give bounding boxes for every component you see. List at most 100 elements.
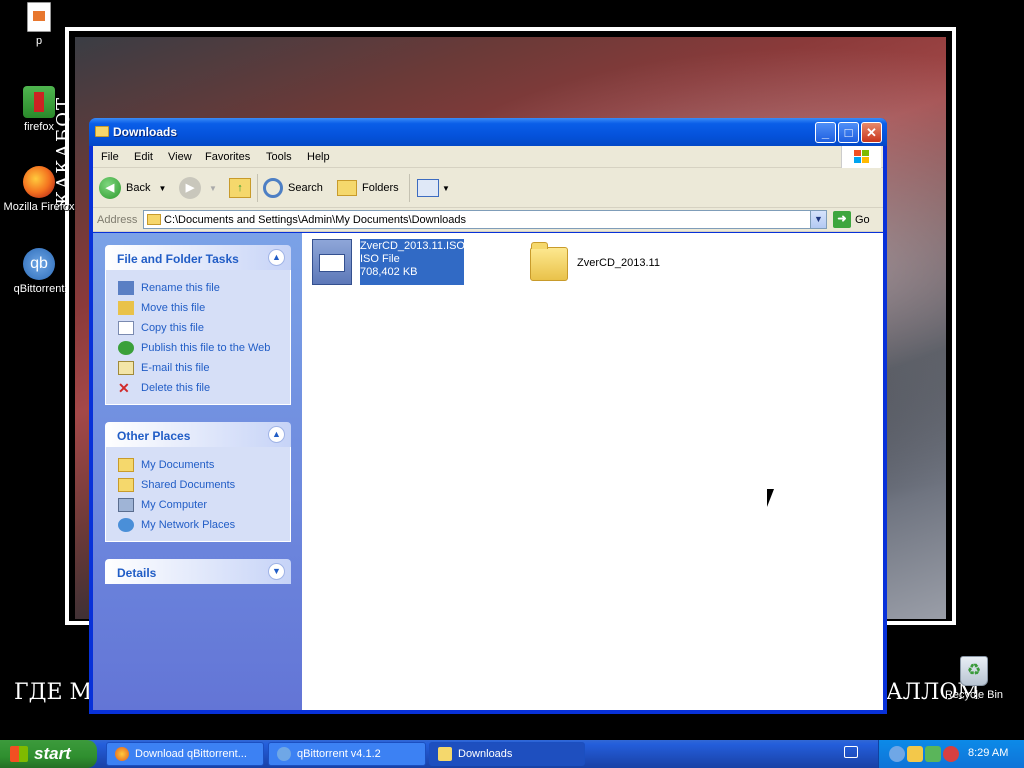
back-button[interactable]: ◀ Back ▼ [99, 174, 166, 202]
place-my-network-places[interactable]: My Network Places [118, 515, 290, 535]
panel-header[interactable]: Details ▼ [105, 559, 291, 584]
details-panel: Details ▼ [105, 559, 291, 584]
expand-chevron-icon[interactable]: ▼ [268, 563, 285, 580]
security-shield-icon[interactable] [907, 746, 923, 762]
address-input[interactable]: C:\Documents and Settings\Admin\My Docum… [143, 210, 827, 229]
menu-edit[interactable]: Edit [134, 151, 153, 163]
taskbar-button-qbittorrent[interactable]: qBittorrent v4.1.2 [268, 742, 426, 766]
forward-button[interactable]: ▶ ▼ [179, 174, 217, 202]
firefox-icon [23, 166, 55, 198]
antivirus-tray-icon[interactable] [943, 746, 959, 762]
keyboard-layout-icon[interactable] [844, 746, 858, 758]
panel-title: Details [117, 566, 157, 580]
qbittorrent-icon: qb [23, 248, 55, 280]
place-my-computer[interactable]: My Computer [118, 495, 290, 515]
folders-icon [337, 180, 357, 196]
menu-view[interactable]: View [168, 151, 192, 163]
file-type: ISO File [360, 253, 400, 265]
desktop-icon-qbittorrent[interactable]: qb qBittorrent [1, 248, 77, 295]
minimize-button[interactable]: _ [815, 122, 836, 143]
task-email-file[interactable]: E-mail this file [118, 358, 290, 378]
folder-item[interactable]: ZverCD_2013.11 [530, 241, 660, 281]
iso-file-icon [312, 239, 352, 285]
windows-flag-icon [10, 746, 28, 762]
address-dropdown-icon[interactable]: ▼ [810, 211, 826, 228]
address-bar: Address C:\Documents and Settings\Admin\… [93, 208, 883, 232]
toolbar: ◀ Back ▼ ▶ ▼ ↑ Search Folders ▼ [93, 168, 883, 208]
task-pane: File and Folder Tasks ▲ Rename this file… [93, 233, 302, 710]
back-arrow-icon: ◀ [99, 177, 121, 199]
forward-arrow-icon: ▶ [179, 177, 201, 199]
task-delete-file[interactable]: ✕ Delete this file [118, 378, 290, 398]
place-shared-documents[interactable]: Shared Documents [118, 475, 290, 495]
start-button[interactable]: start [0, 740, 97, 768]
explorer-window: Downloads _ □ ✕ File Edit View Favorites… [89, 118, 887, 714]
collapse-chevron-icon[interactable]: ▲ [268, 249, 285, 266]
my-computer-icon [118, 498, 134, 512]
go-button[interactable]: ➜ Go [833, 211, 870, 228]
task-rename-file[interactable]: Rename this file [118, 278, 290, 298]
taskbar-button-downloads[interactable]: Downloads [429, 742, 585, 766]
views-button[interactable]: ▼ [417, 174, 450, 202]
my-documents-icon [118, 458, 134, 472]
other-places-panel: Other Places ▲ My Documents Shared Docum… [105, 422, 291, 542]
desktop-icon-mozilla-firefox[interactable]: Mozilla Firefox [1, 166, 77, 213]
window-title: Downloads [113, 125, 178, 139]
rename-icon [118, 281, 134, 295]
qbittorrent-tray-icon[interactable] [889, 746, 905, 762]
search-button[interactable]: Search [263, 174, 323, 202]
document-icon [27, 2, 51, 32]
file-size: 708,402 KB [360, 266, 418, 278]
desktop-icon-recycle-bin[interactable]: ♻ Recycle Bin [936, 656, 1012, 701]
panel-header[interactable]: File and Folder Tasks ▲ [105, 245, 291, 270]
address-label: Address [97, 214, 138, 226]
collapse-chevron-icon[interactable]: ▲ [268, 426, 285, 443]
go-arrow-icon: ➜ [833, 211, 851, 228]
menu-bar: File Edit View Favorites Tools Help [93, 146, 883, 168]
address-value: C:\Documents and Settings\Admin\My Docum… [164, 214, 467, 226]
taskbar-button-download-qbittorrent[interactable]: Download qBittorrent... [106, 742, 264, 766]
title-bar[interactable]: Downloads _ □ ✕ [89, 118, 887, 146]
task-publish-file[interactable]: Publish this file to the Web [118, 338, 290, 358]
place-my-documents[interactable]: My Documents [118, 455, 290, 475]
file-item-iso[interactable]: ZverCD_2013.11.ISO ISO File 708,402 KB [312, 239, 465, 285]
network-tray-icon[interactable] [925, 746, 941, 762]
firefox-icon [115, 747, 129, 761]
taskbar: start Download qBittorrent... qBittorren… [0, 740, 1024, 768]
file-details: ZverCD_2013.11.ISO ISO File 708,402 KB [360, 239, 465, 285]
recycle-bin-icon: ♻ [960, 656, 988, 686]
panel-title: Other Places [117, 429, 191, 443]
clock[interactable]: 8:29 AM [968, 747, 1008, 759]
qbittorrent-icon [277, 747, 291, 761]
up-folder-button[interactable]: ↑ [229, 174, 251, 202]
maximize-button[interactable]: □ [838, 122, 859, 143]
toolbar-separator [257, 174, 258, 202]
email-icon [118, 361, 134, 375]
menu-file[interactable]: File [101, 151, 119, 163]
search-icon [263, 178, 283, 198]
panel-header[interactable]: Other Places ▲ [105, 422, 291, 447]
desktop-icon-p[interactable]: p [1, 2, 77, 47]
views-icon [417, 179, 439, 197]
system-tray: 8:29 AM [878, 740, 1024, 768]
folder-icon [438, 747, 452, 761]
forward-dropdown-icon: ▼ [209, 183, 217, 193]
mouse-cursor-icon [767, 489, 774, 507]
task-copy-file[interactable]: Copy this file [118, 318, 290, 338]
network-places-icon [118, 518, 134, 532]
desktop-icon-firefox-installer[interactable]: firefox [1, 86, 77, 133]
panel-body: Rename this file Move this file Copy thi… [105, 270, 291, 405]
menu-help[interactable]: Help [307, 151, 330, 163]
panel-body: My Documents Shared Documents My Compute… [105, 447, 291, 542]
installer-icon [23, 86, 55, 118]
publish-web-icon [118, 341, 134, 355]
folders-button[interactable]: Folders [337, 174, 399, 202]
menu-favorites[interactable]: Favorites [205, 151, 250, 163]
back-dropdown-icon[interactable]: ▼ [158, 184, 166, 193]
task-move-file[interactable]: Move this file [118, 298, 290, 318]
shared-documents-icon [118, 478, 134, 492]
file-name: ZverCD_2013.11.ISO [360, 240, 465, 252]
folder-icon [530, 242, 568, 281]
menu-tools[interactable]: Tools [266, 151, 292, 163]
close-button[interactable]: ✕ [861, 122, 882, 143]
